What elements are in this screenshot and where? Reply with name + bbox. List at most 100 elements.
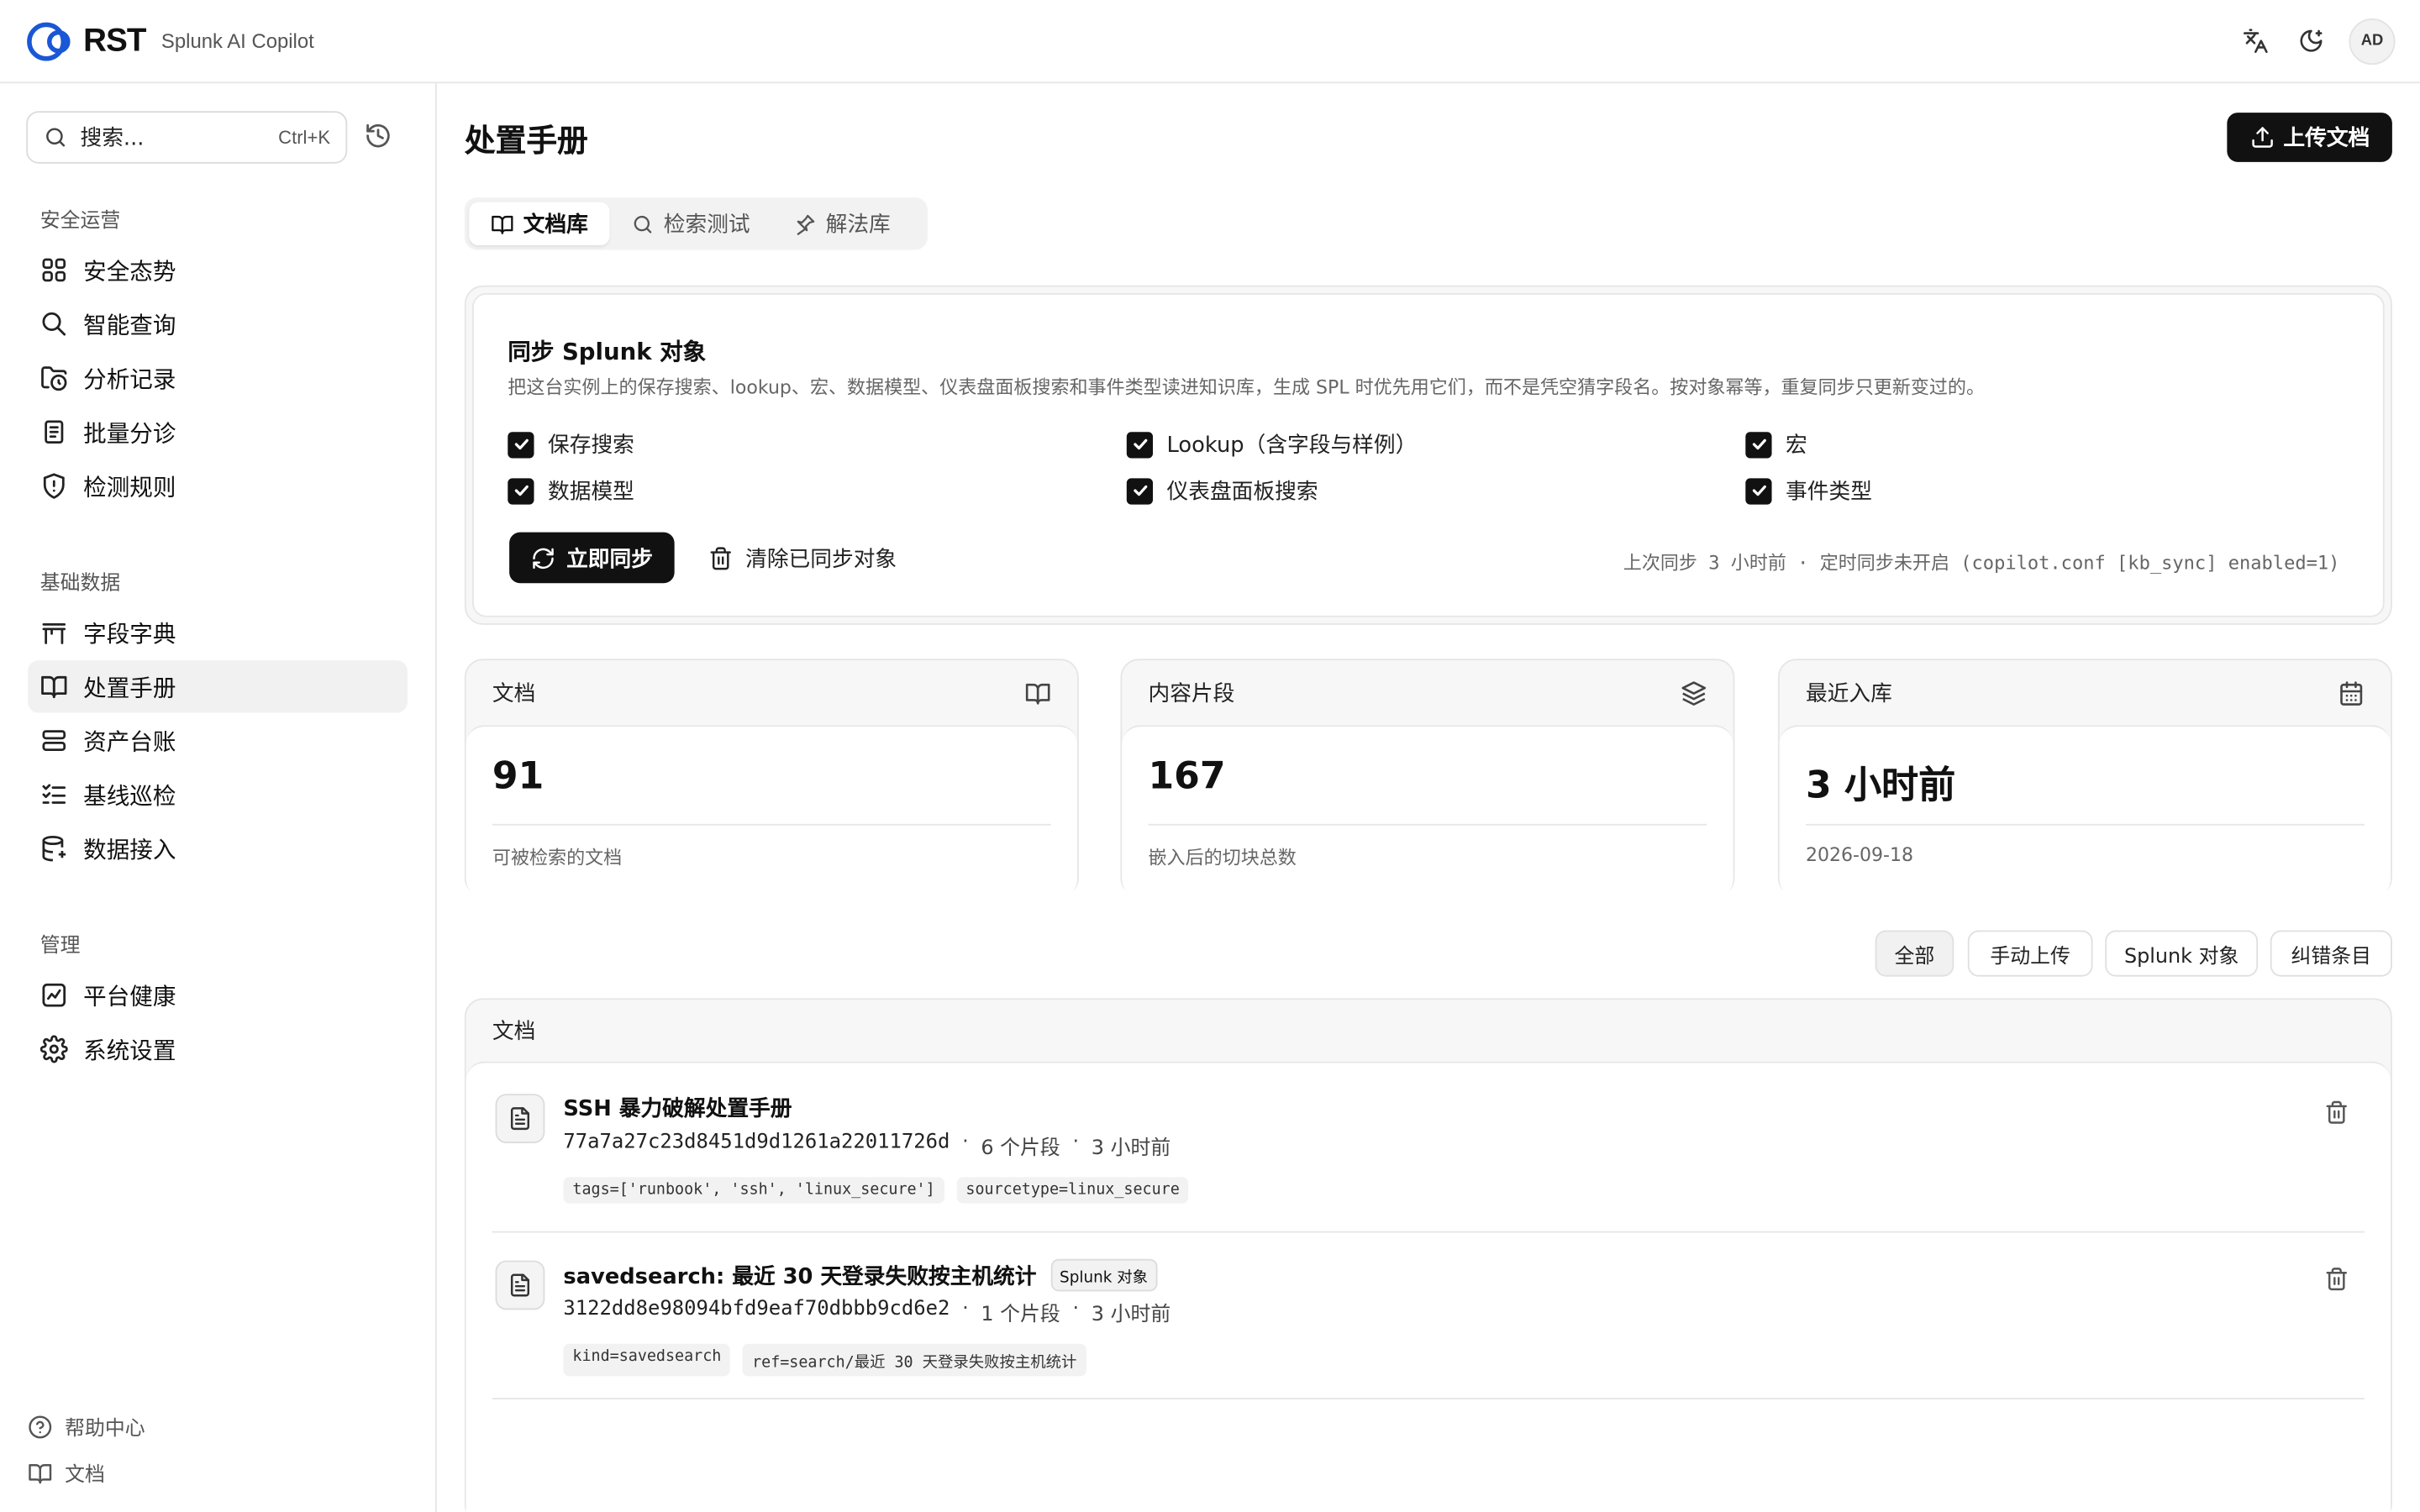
sync-title: 同步 Splunk 对象 xyxy=(508,338,707,366)
check-icon xyxy=(1745,477,1772,504)
delete-document-button[interactable] xyxy=(2324,1100,2349,1125)
separator: · xyxy=(962,1297,969,1321)
trash-icon xyxy=(2326,1100,2348,1124)
sync-now-label: 立即同步 xyxy=(566,547,653,572)
list-item[interactable]: savedsearch: 最近 30 天登录失败按主机统计 Splunk 对象 … xyxy=(492,1233,2365,1399)
splunk-object-badge: Splunk 对象 xyxy=(1050,1258,1157,1292)
upload-label: 上传文档 xyxy=(2283,126,2370,151)
translate-icon[interactable] xyxy=(2238,24,2271,57)
sidebar-item-detection-rules[interactable]: 检测规则 xyxy=(28,459,408,512)
tab-retrieval-test[interactable]: 检索测试 xyxy=(609,202,771,245)
sidebar-item-data-ingestion[interactable]: 数据接入 xyxy=(28,822,408,874)
database-icon xyxy=(42,836,66,862)
help-center-label: 帮助中心 xyxy=(65,1417,145,1441)
document-chunks: 6 个片段 xyxy=(981,1137,1060,1161)
sidebar: 搜索... Ctrl+K 安全运营 安全态势 智能查询 分析记录 批量分诊 检测… xyxy=(0,83,437,1512)
filter-all-button[interactable]: 全部 xyxy=(1875,930,1954,977)
book-open-icon xyxy=(1025,682,1050,704)
help-circle-icon xyxy=(29,1415,52,1438)
checkbox-label: Lookup（含字段与样例） xyxy=(1166,433,1418,459)
folder-clock-icon xyxy=(41,366,67,391)
stat-subtitle: 2026-09-18 xyxy=(1805,843,1914,866)
list-item[interactable]: SSH 暴力破解处置手册 77a7a27c23d8451d9d1261a2201… xyxy=(492,1063,2365,1233)
checkbox-dashboard-panel-searches[interactable]: 仪表盘面板搜索 xyxy=(1126,475,1318,507)
sidebar-item-label: 系统设置 xyxy=(83,1036,176,1064)
delete-document-button[interactable] xyxy=(2324,1267,2349,1291)
sidebar-item-label: 分析记录 xyxy=(83,365,176,393)
file-text-icon xyxy=(495,1094,545,1143)
search-input[interactable]: 搜索... Ctrl+K xyxy=(26,111,348,164)
sidebar-item-security-posture[interactable]: 安全态势 xyxy=(28,244,408,296)
sync-status-text: 上次同步 3 小时前 · 定时同步未开启 (copilot.conf [kb_s… xyxy=(1623,552,2340,575)
stat-value: 91 xyxy=(492,754,544,798)
sidebar-item-runbooks[interactable]: 处置手册 xyxy=(28,660,408,713)
help-center-link[interactable]: 帮助中心 xyxy=(28,1412,145,1441)
shield-alert-icon xyxy=(43,473,65,499)
filter-corrections-button[interactable]: 纠错条目 xyxy=(2270,930,2392,977)
checkbox-label: 数据模型 xyxy=(548,480,634,505)
sidebar-item-platform-health[interactable]: 平台健康 xyxy=(28,969,408,1021)
search-shortcut: Ctrl+K xyxy=(278,126,331,149)
sidebar-item-asset-ledger[interactable]: 资产台账 xyxy=(28,714,408,766)
tab-solutions-library[interactable]: 解法库 xyxy=(771,202,912,245)
divider xyxy=(1148,823,1707,826)
activity-icon xyxy=(42,983,66,1007)
sidebar-item-batch-triage[interactable]: 批量分诊 xyxy=(28,406,408,458)
dashboard-grid-icon xyxy=(42,258,66,282)
divider xyxy=(1805,823,2365,826)
server-icon xyxy=(42,730,66,752)
tab-document-library[interactable]: 文档库 xyxy=(469,202,610,246)
nav-section-title: 基础数据 xyxy=(39,572,121,596)
clear-synced-objects-button[interactable]: 清除已同步对象 xyxy=(708,533,897,584)
nav-section-title: 管理 xyxy=(39,935,81,958)
layers-icon xyxy=(1681,680,1707,705)
docs-link[interactable]: 文档 xyxy=(28,1458,105,1488)
refresh-icon xyxy=(533,547,554,569)
book-icon xyxy=(29,1463,52,1483)
filter-manual-upload-button[interactable]: 手动上传 xyxy=(1967,930,2093,977)
checkbox-macros[interactable]: 宏 xyxy=(1745,429,1807,460)
upload-icon xyxy=(2251,127,2272,148)
document-tag: ref=search/最近 30 天登录失败按主机统计 xyxy=(743,1343,1086,1377)
checkbox-event-types[interactable]: 事件类型 xyxy=(1745,475,1872,507)
sidebar-item-smart-query[interactable]: 智能查询 xyxy=(28,297,408,349)
checklist-icon xyxy=(42,784,66,804)
document-hash: 3122dd8e98094bfd9eaf70dbbb9cd6e2 xyxy=(563,1297,950,1321)
calendar-icon xyxy=(2340,680,2363,705)
stat-value: 167 xyxy=(1148,754,1226,798)
separator: · xyxy=(1072,1131,1080,1154)
sync-now-button[interactable]: 立即同步 xyxy=(509,532,675,584)
history-icon[interactable] xyxy=(364,122,392,150)
document-title: savedsearch: 最近 30 天登录失败按主机统计 xyxy=(563,1264,1037,1289)
stat-card-recent-ingest: 最近入库 3 小时前 2026-09-18 xyxy=(1777,659,2392,898)
upload-document-button[interactable]: 上传文档 xyxy=(2227,113,2392,162)
sidebar-item-system-settings[interactable]: 系统设置 xyxy=(28,1023,408,1075)
document-hash: 77a7a27c23d8451d9d1261a22011726d xyxy=(563,1131,950,1154)
filter-splunk-objects-button[interactable]: Splunk 对象 xyxy=(2105,930,2259,977)
sidebar-item-field-dictionary[interactable]: 字段字典 xyxy=(28,606,408,659)
document-chunks: 1 个片段 xyxy=(981,1304,1060,1327)
checkbox-data-models[interactable]: 数据模型 xyxy=(508,475,634,507)
tab-label: 检索测试 xyxy=(663,213,750,238)
app-name: Splunk AI Copilot xyxy=(160,29,314,53)
sidebar-item-analysis-records[interactable]: 分析记录 xyxy=(28,352,408,404)
check-icon xyxy=(508,431,534,458)
document-time: 3 小时前 xyxy=(1091,1304,1171,1327)
separator: · xyxy=(1072,1297,1080,1321)
logo-text: RST xyxy=(83,22,146,58)
theme-toggle-icon[interactable] xyxy=(2293,24,2327,57)
checkbox-label: 仪表盘面板搜索 xyxy=(1166,480,1318,505)
logo-icon[interactable] xyxy=(24,19,80,62)
gear-icon xyxy=(39,1035,68,1063)
document-title: SSH 暴力破解处置手册 xyxy=(563,1096,792,1122)
top-bar: RST Splunk AI Copilot AD xyxy=(0,0,2420,84)
check-icon xyxy=(508,477,534,504)
user-avatar[interactable]: AD xyxy=(2349,18,2396,65)
sidebar-item-baseline-inspection[interactable]: 基线巡检 xyxy=(28,769,408,821)
checkbox-lookup[interactable]: Lookup（含字段与样例） xyxy=(1126,429,1418,460)
check-icon xyxy=(1126,431,1154,458)
clear-synced-label: 清除已同步对象 xyxy=(745,547,897,572)
sidebar-item-label: 批量分诊 xyxy=(83,418,176,447)
checkbox-saved-searches[interactable]: 保存搜索 xyxy=(508,429,634,460)
clipboard-list-icon xyxy=(45,420,64,444)
